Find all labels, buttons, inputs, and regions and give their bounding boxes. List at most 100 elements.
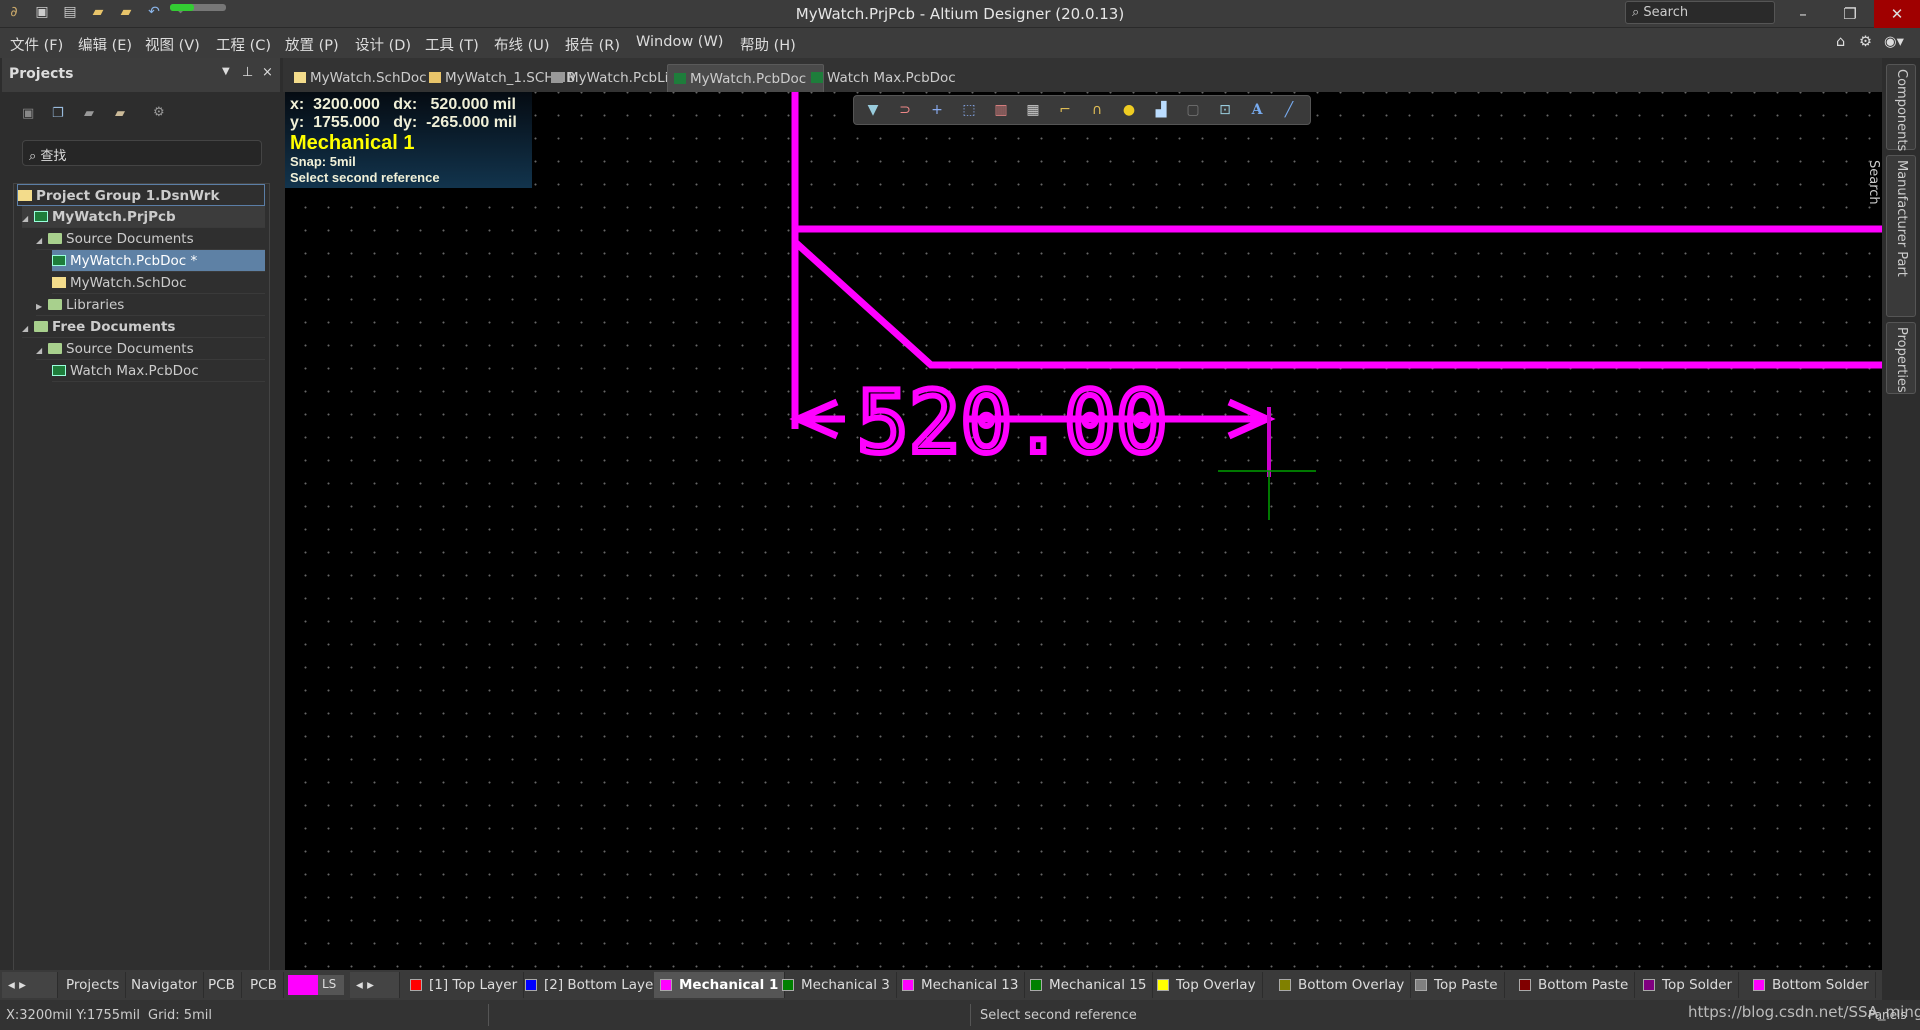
layer-tab-bottom-paste[interactable]: Bottom Paste [1513,972,1636,998]
hud-prompt: Select second reference [290,170,440,185]
heads-up-display: x: 3200.000 dx: 520.000 mil y: 1755.000 … [285,92,532,188]
project-search-input[interactable]: ⌕ 查找 [22,140,262,166]
menu-place[interactable]: 放置 (P) [285,34,339,55]
tree-item[interactable]: ◢ Free Documents [22,316,265,338]
collapse-icon[interactable]: ◢ [22,208,34,230]
layer-tab-mechanical-13[interactable]: Mechanical 13 [896,972,1026,998]
folder-settings-icon[interactable]: ▰ [115,106,125,121]
layer-tab-2-bottom-layer[interactable]: [2] Bottom Layer [519,972,666,998]
via-icon[interactable]: ● [1118,100,1140,120]
folder-search-icon[interactable]: ▰ [84,106,94,121]
menu-design[interactable]: 设计 (D) [355,34,411,55]
manufacturer-part-search-tab[interactable]: Manufacturer Part Search [1866,155,1916,317]
search-icon: ⌕ [1632,5,1644,20]
tree-item[interactable]: Watch Max.PcbDoc [52,360,265,382]
component-icon[interactable]: ▦ [1022,100,1044,120]
menu-help[interactable]: 帮助 (H) [740,34,796,55]
tree-item[interactable]: ▶ Libraries [36,294,265,316]
tree-item[interactable]: ◢ Source Documents [36,228,265,250]
close-panel-icon[interactable]: × [262,65,273,80]
folder-icon [48,343,62,354]
layer-color-swatch [1643,979,1655,991]
polygon-icon[interactable]: ▟ [1150,100,1172,120]
route-icon[interactable]: ⌐ [1054,100,1076,120]
crosshair-icon[interactable]: + [926,100,948,120]
panel-tab-navigator[interactable]: Navigator [125,972,205,998]
close-button[interactable]: ✕ [1874,0,1920,28]
pcb-canvas[interactable]: 520.00 x: 3200.000 dx: 520.000 mil y: 17… [285,92,1882,970]
tree-item[interactable]: ◢ Source Documents [36,338,265,360]
menu-project[interactable]: 工程 (C) [216,34,271,55]
collapse-icon[interactable]: ◢ [22,318,34,340]
settings-icon[interactable]: ⚙ [153,105,165,120]
menu-reports[interactable]: 报告 (R) [565,34,620,55]
search-input[interactable]: ⌕ Search [1625,1,1775,24]
tab-mywatch-pcbdoc-[interactable]: MyWatch.PcbDoc * [667,64,825,92]
current-layer-swatch[interactable] [288,975,318,995]
layer-tab-top-overlay[interactable]: Top Overlay [1151,972,1263,998]
layer-tab-mechanical-3[interactable]: Mechanical 3 [776,972,897,998]
tree-item[interactable]: Project Group 1.DsnWrk [17,184,265,206]
menu-edit[interactable]: 编辑 (E) [78,34,132,55]
panels-button[interactable]: Panels [1868,1008,1907,1022]
interactive-route-icon[interactable]: ⊃ [894,100,916,120]
copy-icon[interactable]: ❐ [52,106,64,121]
menu-view[interactable]: 视图 (V) [145,34,200,55]
restore-button[interactable]: ❐ [1827,0,1873,28]
layer-tab-bottom-overlay[interactable]: Bottom Overlay [1273,972,1412,998]
keepout-icon[interactable]: ▢ [1182,100,1204,120]
layer-tab-top-solder[interactable]: Top Solder [1637,972,1740,998]
tab-label: MyWatch.SchDoc [310,70,427,86]
save-project-icon[interactable]: ▣ [22,106,34,121]
panel-tab-pcb-2[interactable]: PCB [244,972,284,998]
layer-tab-bottom-solder[interactable]: Bottom Solder [1747,972,1876,998]
menu-file[interactable]: 文件 (F) [10,34,63,55]
menu-route[interactable]: 布线 (U) [494,34,550,55]
filter-icon[interactable]: ▼ [862,100,884,120]
dimension-icon[interactable]: ⊡ [1214,100,1236,120]
minimize-button[interactable]: – [1780,0,1826,28]
collapse-icon[interactable]: ◢ [36,230,48,252]
user-account-icon[interactable]: ◉▾ [1884,34,1904,50]
layer-set-button[interactable]: LS [318,975,344,995]
tree-item-label: Source Documents [66,341,194,357]
layer-tab-mechanical-1[interactable]: Mechanical 1 [654,972,786,998]
align-icon[interactable]: ▥ [990,100,1012,120]
layer-color-swatch [1519,979,1531,991]
layer-scroll-buttons[interactable]: ◂ ▸ [350,972,400,998]
layer-color-swatch [1415,979,1427,991]
layer-tab-1-top-layer[interactable]: [1] Top Layer [404,972,525,998]
tree-item[interactable]: ◢ MyWatch.PrjPcb [22,206,265,228]
pcb-doc-icon [811,72,823,83]
tab-mywatch-schdoc[interactable]: MyWatch.SchDoc [288,64,433,92]
status-message: Select second reference [980,1008,1137,1023]
gear-icon[interactable]: ⚙ [1859,34,1872,50]
components-panel-tab[interactable]: Components [1886,64,1916,151]
pin-icon[interactable]: ⊥ [242,65,253,80]
divider [970,1004,971,1026]
layer-color-swatch [410,979,422,991]
tab-watch-max-pcbdoc[interactable]: Watch Max.PcbDoc [805,64,962,92]
line-icon[interactable]: ╱ [1278,100,1300,120]
tree-item[interactable]: MyWatch.PcbDoc * [52,250,265,272]
panel-tab-pcb[interactable]: PCB [202,972,242,998]
select-rect-icon[interactable]: ⬚ [958,100,980,120]
status-coords: X:3200mil Y:1755mil [6,1008,140,1023]
diff-pair-icon[interactable]: ∩ [1086,100,1108,120]
text-icon[interactable]: A [1246,100,1268,120]
layer-name: Top Paste [1434,977,1498,993]
properties-panel-tab[interactable]: Properties [1886,322,1916,394]
layer-tab-mechanical-15[interactable]: Mechanical 15 [1024,972,1154,998]
collapse-icon[interactable]: ◢ [36,340,48,362]
panel-tab-projects[interactable]: Projects [60,972,127,998]
home-icon[interactable]: ⌂ [1836,34,1845,50]
panel-scroll-buttons[interactable]: ◂ ▸ [2,972,58,998]
expand-icon[interactable]: ▶ [36,296,48,318]
menu-window[interactable]: Window (W) [636,34,723,50]
tab-mywatch-pcblib[interactable]: MyWatch.PcbLib [545,64,683,92]
menu-tools[interactable]: 工具 (T) [425,34,479,55]
tree-item[interactable]: MyWatch.SchDoc [52,272,265,294]
layer-name: Mechanical 1 [679,977,779,993]
panel-menu-icon[interactable]: ▼ [222,66,230,77]
layer-tab-top-paste[interactable]: Top Paste [1409,972,1505,998]
